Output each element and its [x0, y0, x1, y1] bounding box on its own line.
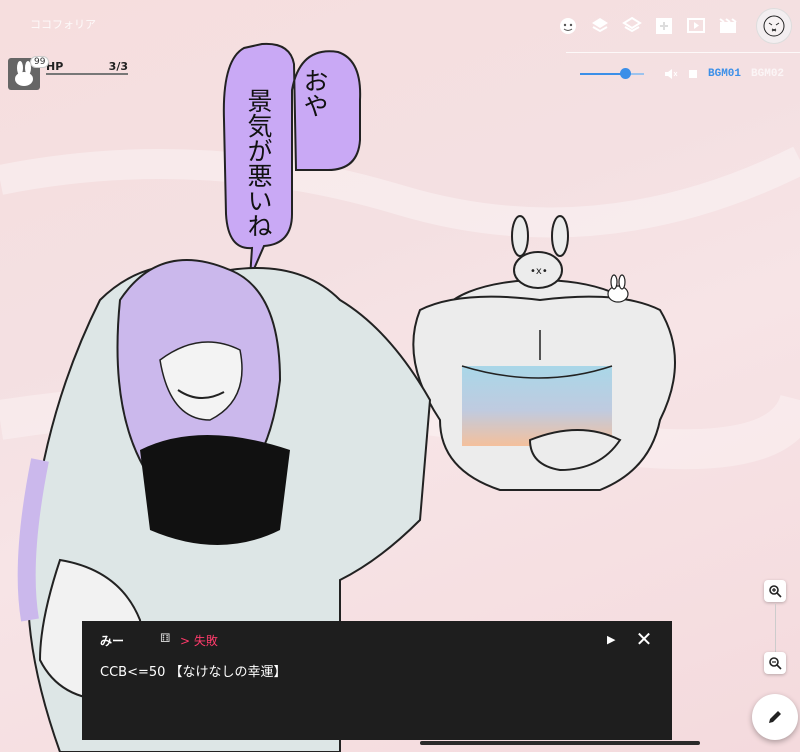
scroll-handle[interactable]	[420, 741, 700, 745]
user-avatar-icon[interactable]	[756, 8, 792, 44]
character-list-icon[interactable]	[558, 16, 578, 36]
zoom-out-icon	[769, 657, 782, 670]
volume-slider[interactable]	[580, 68, 644, 79]
dice-result: > 失敗	[180, 634, 218, 648]
bgm-track-1[interactable]: BGM01	[708, 68, 741, 80]
bgm-track-2[interactable]: BGM02	[751, 68, 784, 80]
bubble-line2: 景気が悪いね	[244, 88, 273, 238]
dice-result-message[interactable]: みー ⚅ > 失敗 ▶ ✕ CCB<=50 【なけなしの幸運】	[82, 621, 672, 740]
stop-icon[interactable]	[688, 69, 698, 79]
room-title: ココフォリア	[30, 18, 96, 31]
layers-outline-icon[interactable]	[622, 16, 642, 36]
add-panel-icon[interactable]	[654, 16, 674, 36]
zoom-in-icon	[769, 585, 782, 598]
muscle-rabbit: •x•	[412, 215, 676, 491]
speech-bubble-text: おや 景気が悪いね	[226, 54, 336, 244]
chat-sender-name: みー	[100, 634, 125, 648]
dice-icon: ⚅	[160, 631, 171, 645]
close-button[interactable]: ✕	[632, 627, 656, 651]
bgm-controls: BGM01 BGM02	[580, 66, 784, 82]
chat-message-text: CCB<=50 【なけなしの幸運】	[100, 665, 287, 680]
mute-icon[interactable]	[664, 67, 678, 81]
scene-icon[interactable]	[718, 16, 738, 36]
zoom-out-button[interactable]	[764, 652, 786, 674]
character-badge: 99	[30, 56, 50, 68]
zoom-slider[interactable]	[775, 604, 776, 652]
play-icon[interactable]: ▶	[607, 633, 615, 646]
hp-value: 3/3	[108, 60, 128, 73]
pencil-icon	[769, 711, 781, 723]
character-status[interactable]: 99 HP 3/3	[8, 56, 128, 90]
edit-button[interactable]	[752, 694, 798, 740]
hp-bar: HP 3/3	[46, 60, 128, 75]
bubble-line1: おや	[300, 68, 329, 118]
toolbar-divider	[566, 52, 800, 53]
top-toolbar	[558, 0, 800, 52]
layers-icon[interactable]	[590, 16, 610, 36]
video-icon[interactable]	[686, 16, 706, 36]
svg-text:•x•: •x•	[530, 266, 548, 277]
zoom-in-button[interactable]	[764, 580, 786, 602]
volume-slider-thumb[interactable]	[620, 68, 631, 79]
